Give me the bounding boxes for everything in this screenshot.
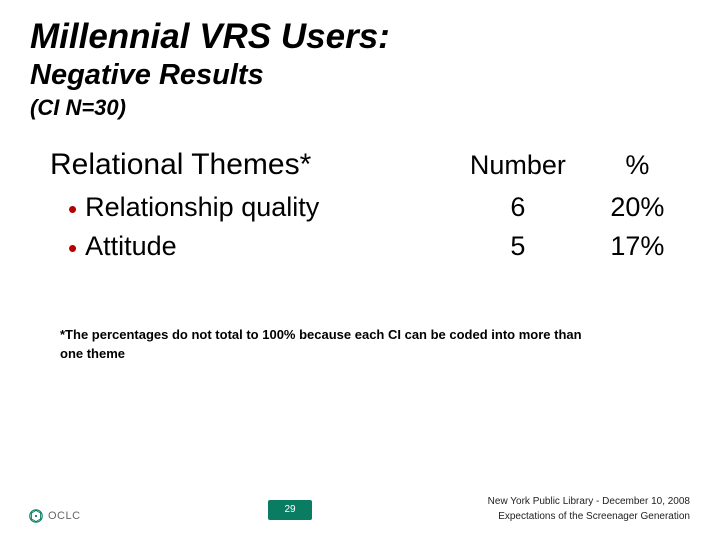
body: Relational Themes* Number % •Relationshi… xyxy=(0,122,720,266)
logo-text: OCLC xyxy=(48,510,81,522)
logo-icon xyxy=(28,508,44,524)
title-line-2: Negative Results xyxy=(30,59,690,92)
slide: Millennial VRS Users: Negative Results (… xyxy=(0,0,720,540)
col-percent: % xyxy=(593,142,682,188)
table-row: •Attitude 5 17% xyxy=(50,227,682,266)
data-table: Relational Themes* Number % •Relationshi… xyxy=(50,142,682,266)
row-number: 5 xyxy=(443,227,593,266)
title-block: Millennial VRS Users: Negative Results (… xyxy=(0,0,720,122)
col-number: Number xyxy=(443,142,593,188)
title-line-1: Millennial VRS Users: xyxy=(30,18,690,57)
title-line-3: (CI N=30) xyxy=(30,94,690,123)
footer-right: New York Public Library - December 10, 2… xyxy=(488,494,690,524)
row-number: 6 xyxy=(443,188,593,227)
row-label: Attitude xyxy=(85,231,177,261)
section-header: Relational Themes* xyxy=(50,142,443,188)
page-number: 29 xyxy=(268,500,312,520)
footer: OCLC 29 New York Public Library - Decemb… xyxy=(0,486,720,526)
table-header-row: Relational Themes* Number % xyxy=(50,142,682,188)
logo: OCLC xyxy=(28,508,81,524)
table-row: •Relationship quality 6 20% xyxy=(50,188,682,227)
row-label-cell: •Attitude xyxy=(50,227,443,266)
footer-right-line1: New York Public Library - December 10, 2… xyxy=(488,494,690,509)
footnote: *The percentages do not total to 100% be… xyxy=(0,266,650,364)
row-label: Relationship quality xyxy=(85,192,319,222)
row-percent: 17% xyxy=(593,227,682,266)
footer-right-line2: Expectations of the Screenager Generatio… xyxy=(488,509,690,524)
row-label-cell: •Relationship quality xyxy=(50,188,443,227)
row-percent: 20% xyxy=(593,188,682,227)
